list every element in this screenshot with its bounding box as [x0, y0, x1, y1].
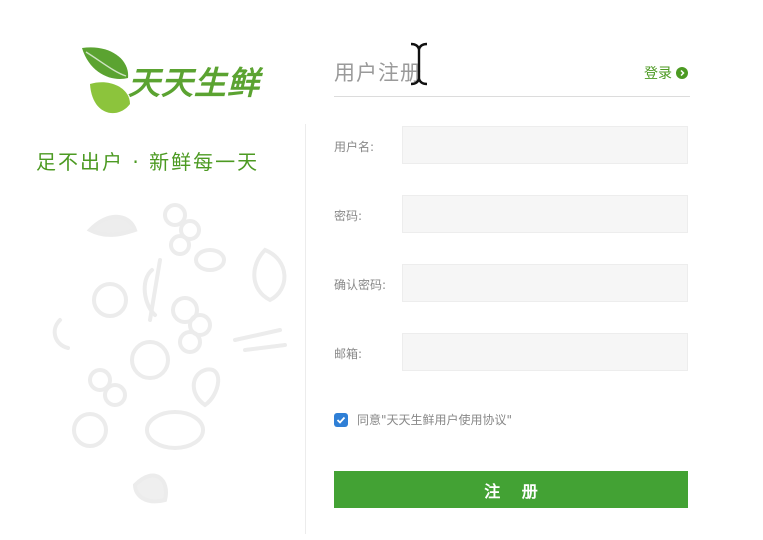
- agree-checkbox[interactable]: [334, 412, 348, 427]
- login-link-label: 登录: [644, 66, 672, 82]
- confirm-password-field: 确认密码:: [334, 264, 690, 304]
- password-field: 密码:: [334, 195, 690, 235]
- email-label: 邮箱:: [334, 347, 363, 361]
- text-cursor-icon: [410, 42, 428, 86]
- produce-doodles-illustration: [52, 203, 287, 504]
- username-field: 用户名:: [334, 126, 690, 166]
- password-label: 密码:: [334, 209, 363, 223]
- agreement-row: 同意"天天生鲜用户使用协议": [334, 411, 512, 428]
- chevron-right-circle-icon: [676, 67, 688, 79]
- register-form: 用户注册 登录 用户名: 密码: 确认密码: 邮箱: 同意"天天生鲜用户使用协议…: [334, 0, 690, 540]
- email-field: 邮箱:: [334, 333, 690, 373]
- brand-panel: 天天生鲜 足不出户 · 新鲜每一天: [0, 0, 306, 540]
- slogan: 足不出户 · 新鲜每一天: [36, 150, 260, 174]
- title-underline: [334, 96, 690, 97]
- login-link[interactable]: 登录: [644, 63, 688, 83]
- checkmark-icon: [336, 416, 346, 424]
- panel-divider: [305, 124, 306, 534]
- logo: 天天生鲜: [78, 44, 278, 124]
- confirm-password-input[interactable]: [402, 264, 688, 302]
- brand-name: 天天生鲜: [128, 64, 261, 102]
- email-input[interactable]: [402, 333, 688, 371]
- confirm-password-label: 确认密码:: [334, 278, 387, 292]
- password-input[interactable]: [402, 195, 688, 233]
- agreement-label[interactable]: 同意"天天生鲜用户使用协议": [357, 411, 512, 428]
- register-button[interactable]: 注 册: [334, 471, 688, 508]
- username-input[interactable]: [402, 126, 688, 164]
- username-label: 用户名:: [334, 140, 375, 154]
